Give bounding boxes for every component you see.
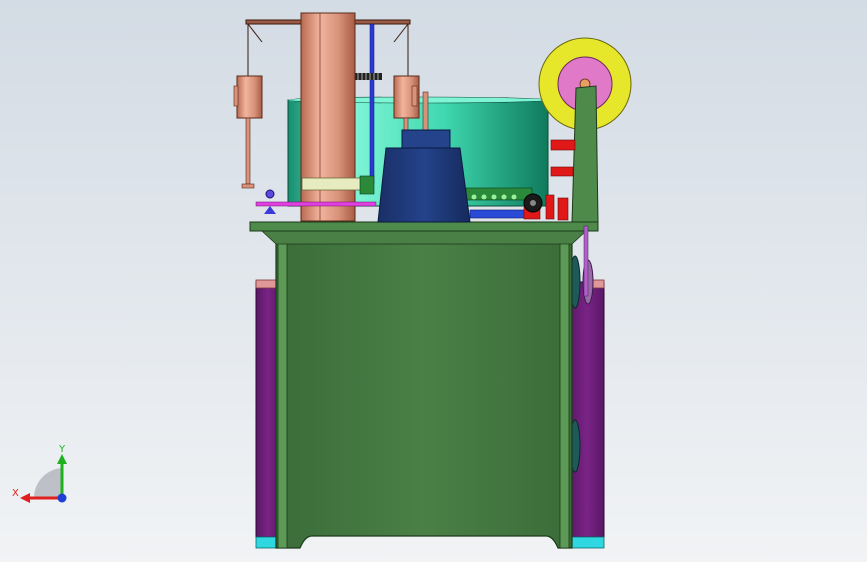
machine-cabinet [260, 230, 588, 549]
x-axis-label: X [12, 488, 19, 499]
y-axis-label: Y [58, 444, 66, 455]
reel-support-arm [571, 85, 599, 223]
x-axis-arrowhead [20, 493, 30, 503]
cad-viewport[interactable]: Y X [0, 0, 867, 562]
y-axis-arrowhead [57, 454, 67, 464]
left-counterweight [233, 75, 263, 189]
right-side-panel [568, 255, 605, 549]
right-linkage-rod [583, 225, 589, 297]
axis-triad: Y X [12, 444, 67, 503]
z-axis-dot [57, 493, 67, 503]
table-top-plate [249, 221, 599, 232]
machine-assembly-model [233, 12, 632, 549]
drive-roller [523, 193, 543, 213]
